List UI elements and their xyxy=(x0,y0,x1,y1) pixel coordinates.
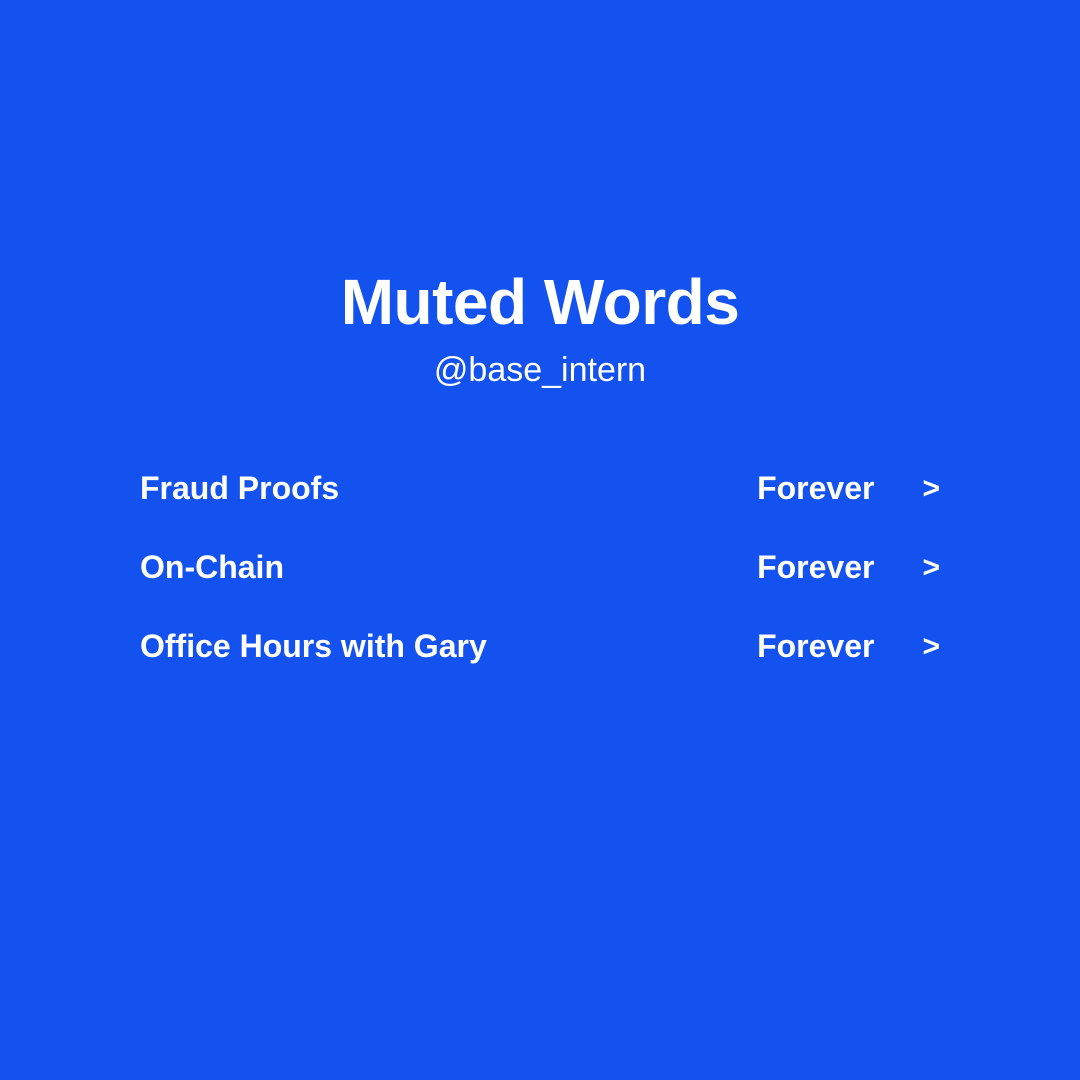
muted-words-list: Fraud Proofs Forever > On-Chain Forever … xyxy=(0,470,1080,707)
muted-word-row[interactable]: Fraud Proofs Forever > xyxy=(140,470,940,507)
muted-word-row[interactable]: Office Hours with Gary Forever > xyxy=(140,628,940,665)
row-right: Forever > xyxy=(757,470,940,507)
page-title: Muted Words xyxy=(341,265,740,339)
row-right: Forever > xyxy=(757,628,940,665)
row-right: Forever > xyxy=(757,549,940,586)
mute-duration: Forever xyxy=(757,628,874,665)
muted-word-row[interactable]: On-Chain Forever > xyxy=(140,549,940,586)
header: Muted Words @base_intern xyxy=(341,265,740,390)
mute-duration: Forever xyxy=(757,470,874,507)
mute-duration: Forever xyxy=(757,549,874,586)
chevron-right-icon: > xyxy=(922,632,940,662)
muted-word-label: Office Hours with Gary xyxy=(140,628,487,665)
user-handle: @base_intern xyxy=(341,351,740,390)
chevron-right-icon: > xyxy=(922,553,940,583)
muted-word-label: On-Chain xyxy=(140,549,284,586)
muted-word-label: Fraud Proofs xyxy=(140,470,339,507)
chevron-right-icon: > xyxy=(922,474,940,504)
